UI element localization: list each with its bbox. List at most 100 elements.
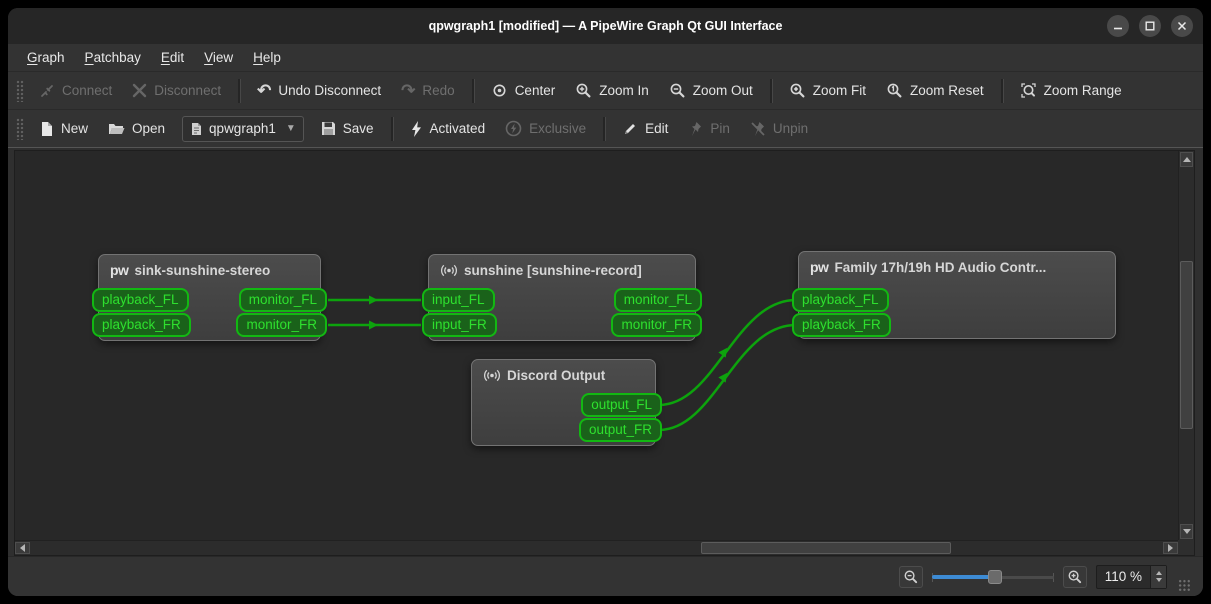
port-monitor-fr[interactable]: monitor_FR [236, 313, 327, 337]
chevron-down-icon: ▼ [285, 123, 296, 134]
zoom-percent-spinbox[interactable]: 110 % [1095, 564, 1167, 589]
resize-grip[interactable] [1178, 579, 1191, 592]
toolbar-drag-handle[interactable] [16, 117, 24, 140]
center-button[interactable]: Center [482, 77, 565, 105]
port-playback-fr[interactable]: playback_FR [92, 313, 191, 337]
port-playback-fl[interactable]: playback_FL [792, 288, 889, 312]
node-sink-sunshine-stereo[interactable]: pw sink-sunshine-stereo playback_FL moni… [92, 254, 327, 341]
port-playback-fr[interactable]: playback_FR [792, 313, 891, 337]
menu-view[interactable]: View [195, 47, 242, 68]
broadcast-icon [440, 264, 458, 277]
node-family-hd-audio[interactable]: pw Family 17h/19h HD Audio Contr... play… [792, 251, 1116, 339]
node-discord-output[interactable]: Discord Output output_FL output_FR [471, 359, 662, 446]
spin-down-icon [1155, 578, 1162, 582]
center-icon [493, 84, 506, 97]
redo-button[interactable]: ↷ Redo [392, 77, 464, 105]
undo-button[interactable]: ↶ Undo Disconnect [248, 77, 390, 105]
zoom-percent-value: 110 % [1104, 569, 1142, 584]
statusbar-zoom-out-button[interactable] [898, 565, 923, 588]
statusbar: 110 % [8, 556, 1203, 596]
cable-arrow [718, 372, 728, 383]
redo-icon: ↷ [401, 80, 416, 100]
scroll-left-button[interactable] [15, 542, 30, 554]
port-input-fl[interactable]: input_FL [422, 288, 495, 312]
scroll-down-button[interactable] [1180, 524, 1193, 539]
spin-buttons[interactable] [1150, 565, 1166, 588]
scroll-right-button[interactable] [1163, 542, 1178, 554]
disconnect-button[interactable]: Disconnect [123, 77, 230, 105]
menu-graph[interactable]: Graph [18, 47, 74, 68]
close-button[interactable] [1171, 15, 1193, 37]
port-output-fr[interactable]: output_FR [578, 418, 662, 442]
toolbar-drag-handle[interactable] [16, 79, 24, 102]
patchbay-file-combobox[interactable]: qpwgraph1 ▼ [182, 115, 304, 142]
broadcast-icon [483, 369, 501, 382]
port-playback-fl[interactable]: playback_FL [92, 288, 189, 312]
port-rows: playback_FL monitor_FL playback_FR monit… [92, 288, 327, 337]
minimize-button[interactable] [1107, 15, 1129, 37]
zoom-in-icon [576, 83, 591, 98]
toolbar-separator [390, 116, 393, 141]
node-sunshine-record[interactable]: sunshine [sunshine-record] input_FL moni… [422, 254, 702, 341]
vertical-scroll-thumb[interactable] [1180, 261, 1193, 429]
arrow-up-icon [1182, 157, 1191, 162]
port-rows: output_FL output_FR [465, 393, 662, 442]
statusbar-zoom-in-button[interactable] [1062, 565, 1087, 588]
toolbar-separator [1000, 78, 1003, 103]
connect-button[interactable]: Connect [30, 77, 121, 105]
menu-edit[interactable]: Edit [152, 47, 193, 68]
zoom-reset-icon [887, 83, 902, 98]
port-monitor-fr[interactable]: monitor_FR [611, 313, 702, 337]
port-output-fl[interactable]: output_FL [581, 393, 662, 417]
menu-help[interactable]: Help [244, 47, 290, 68]
zoom-in-icon [1068, 570, 1081, 583]
toolbar-separator [471, 78, 474, 103]
cable-arrow [369, 295, 378, 305]
zoom-range-icon [1020, 83, 1036, 98]
zoom-fit-icon [790, 83, 805, 98]
horizontal-scroll-thumb[interactable] [701, 542, 951, 554]
vertical-scrollbar[interactable] [1178, 151, 1194, 540]
main-area: pw sink-sunshine-stereo playback_FL moni… [8, 148, 1203, 556]
zoom-in-button[interactable]: Zoom In [566, 77, 658, 105]
port-monitor-fl[interactable]: monitor_FL [238, 288, 327, 312]
app-window: qpwgraph1 [modified] — A PipeWire Graph … [8, 8, 1203, 596]
maximize-button[interactable] [1139, 15, 1161, 37]
close-icon [1177, 21, 1187, 31]
arrow-right-icon [1168, 544, 1173, 552]
activated-button[interactable]: Activated [401, 115, 495, 143]
save-icon [321, 122, 335, 135]
node-title: pw sink-sunshine-stereo [110, 262, 271, 278]
port-input-fr[interactable]: input_FR [422, 313, 497, 337]
zoom-reset-button[interactable]: Zoom Reset [877, 77, 993, 105]
slider-handle[interactable] [987, 569, 1002, 584]
zoom-fit-button[interactable]: Zoom Fit [780, 77, 875, 105]
zoom-slider[interactable] [931, 569, 1054, 585]
activated-bolt-icon [411, 120, 421, 137]
cable-arrow [718, 347, 728, 358]
zoom-out-icon [670, 83, 685, 98]
port-rows: playback_FL playback_FR [792, 288, 1122, 337]
horizontal-scrollbar[interactable] [15, 540, 1178, 555]
undo-icon: ↶ [257, 80, 272, 100]
open-button[interactable]: Open [99, 115, 174, 143]
port-monitor-fl[interactable]: monitor_FL [613, 288, 702, 312]
edit-button[interactable]: Edit [613, 115, 677, 143]
arrow-left-icon [20, 544, 25, 552]
zoom-out-button[interactable]: Zoom Out [660, 77, 762, 105]
pipewire-icon: pw [810, 259, 829, 275]
save-button[interactable]: Save [312, 115, 383, 143]
graph-canvas[interactable]: pw sink-sunshine-stereo playback_FL moni… [14, 150, 1195, 556]
connect-icon [41, 84, 53, 97]
zoom-range-button[interactable]: Zoom Range [1011, 77, 1131, 105]
new-button[interactable]: New [30, 115, 97, 143]
exclusive-button[interactable]: Exclusive [496, 115, 595, 143]
titlebar[interactable]: qpwgraph1 [modified] — A PipeWire Graph … [8, 8, 1203, 44]
scrollbar-corner [1178, 540, 1194, 555]
unpin-button[interactable]: Unpin [741, 115, 817, 143]
menu-patchbay[interactable]: Patchbay [76, 47, 150, 68]
scroll-up-button[interactable] [1180, 152, 1193, 167]
pin-button[interactable]: Pin [679, 115, 739, 143]
open-folder-icon [109, 124, 125, 134]
menubar: Graph Patchbay Edit View Help [8, 44, 1203, 72]
